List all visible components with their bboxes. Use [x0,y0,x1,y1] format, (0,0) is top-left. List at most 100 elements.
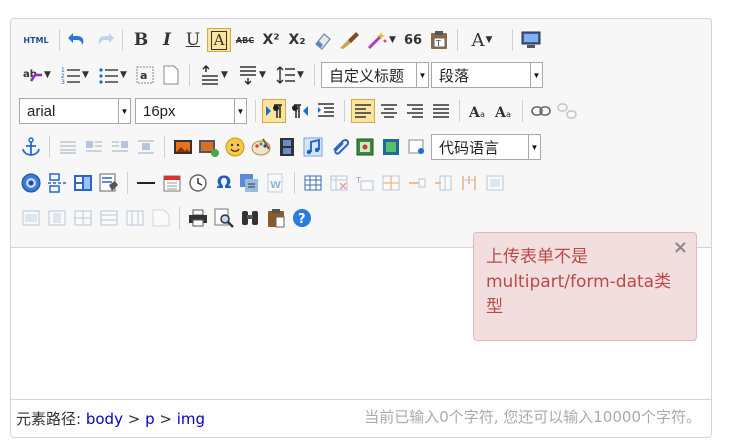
paragraph-select[interactable]: 段落 ▼ [431,62,543,88]
dropdown-arrow-icon: ▼ [44,70,51,80]
delete-table-button[interactable] [327,171,351,195]
subscript-button[interactable]: X₂ [285,28,309,52]
preview-button[interactable] [212,206,236,230]
code-language-select[interactable]: 代码语言 ▼ [431,134,541,160]
insert-date-button[interactable] [160,171,184,195]
insert-col-button[interactable] [431,171,455,195]
split-to-rows-button[interactable] [97,206,121,230]
align-center-button[interactable] [377,99,401,123]
print-button[interactable] [186,206,210,230]
paste-plain-button[interactable]: T [427,28,451,52]
link-button[interactable] [529,99,553,123]
insert-image-button[interactable] [171,135,195,159]
merge-down-icon [48,210,66,226]
auto-format-button[interactable]: ▼ [363,28,399,52]
undo-button[interactable] [66,28,90,52]
element-path-p[interactable]: p [145,410,155,428]
preview-icon [214,208,234,228]
fontborder-label: A [210,30,228,50]
underline-button[interactable]: U [181,28,205,52]
multi-image-button[interactable] [197,135,221,159]
error-toast: × 上传表单不是multipart/form-data类型 [473,232,697,341]
image-left-button[interactable] [82,135,106,159]
align-justify-button[interactable] [429,99,453,123]
row-spacing-bottom-button[interactable]: ▼ [234,63,270,87]
music-button[interactable] [301,135,325,159]
fullscreen-button[interactable] [519,28,543,52]
element-path-body[interactable]: body [86,410,123,428]
horizontal-rule-button[interactable] [134,171,158,195]
image-none-button[interactable] [56,135,80,159]
insert-time-button[interactable] [186,171,210,195]
attachment-button[interactable] [327,135,351,159]
blockquote-label: 66 [403,32,423,48]
font-family-select[interactable]: arial ▼ [19,98,131,124]
align-right-button[interactable] [403,99,427,123]
image-right-button[interactable] [108,135,132,159]
dropdown-arrow-icon: ▼ [297,70,304,80]
fontborder-button[interactable]: A [207,28,231,52]
align-left-button[interactable] [351,99,375,123]
line-height-button[interactable]: ▼ [272,63,308,87]
custom-title-select[interactable]: 自定义标题 ▼ [321,62,429,88]
insert-video-button[interactable] [275,135,299,159]
format-painter-button[interactable] [337,28,361,52]
blockquote-button[interactable]: 66 [401,28,425,52]
row-spacing-top-button[interactable]: ▼ [196,63,232,87]
drafts-button[interactable] [264,206,288,230]
eraser-button[interactable] [311,28,335,52]
separator [122,29,123,51]
pagebreak-button[interactable] [45,171,69,195]
special-chars-button[interactable]: Ω [212,171,236,195]
bold-button[interactable]: B [129,28,153,52]
emotion-button[interactable] [223,135,247,159]
unordered-list-button[interactable]: ▼ [95,63,131,87]
forecolor-button[interactable]: A ▼ [464,28,500,52]
word-import-button[interactable]: W [264,171,288,195]
clear-doc-button[interactable] [159,63,183,87]
strikethrough-button[interactable]: ABC [233,28,257,52]
map-button[interactable] [353,135,377,159]
merge-cells-button[interactable] [483,171,507,195]
webapp-button[interactable] [19,171,43,195]
delete-col-button[interactable] [457,171,481,195]
split-to-cells-button[interactable] [71,206,95,230]
ltr-direction-button[interactable] [262,99,286,123]
spellcheck-button[interactable]: ab ▼ [19,63,55,87]
scrawl-button[interactable] [249,135,273,159]
merge-right-button[interactable] [19,206,43,230]
indent-button[interactable] [314,99,338,123]
unlink-button[interactable] [555,99,579,123]
help-button[interactable]: ? [290,206,314,230]
close-icon[interactable]: × [673,235,688,260]
wordimage-button[interactable] [238,171,262,195]
tolowercase-button[interactable]: Aa [492,99,516,123]
merge-down-button[interactable] [45,206,69,230]
background-button[interactable] [97,171,121,195]
split-to-cols-button[interactable] [123,206,147,230]
image-center-button[interactable] [134,135,158,159]
insert-row-button[interactable] [379,171,403,195]
font-size-select[interactable]: 16px ▼ [135,98,247,124]
insert-paragraph-before-table-button[interactable]: T [353,171,377,195]
superscript-button[interactable]: X² [259,28,283,52]
rtl-direction-button[interactable] [288,99,312,123]
template-button[interactable] [71,171,95,195]
gmap-button[interactable] [379,135,403,159]
underline-label: U [185,30,201,50]
select-all-button[interactable]: a [133,63,157,87]
html-source-button[interactable]: HTML [19,28,53,52]
forecolor-label: A [471,29,485,51]
element-path-img[interactable]: img [177,410,205,428]
italic-button[interactable]: I [155,28,179,52]
touppercase-button[interactable]: Aa [466,99,490,123]
delete-row-button[interactable] [405,171,429,195]
search-replace-button[interactable] [238,206,262,230]
chart-button[interactable] [149,206,173,230]
ordered-list-button[interactable]: 1 2 3 ▼ [57,63,93,87]
separator [344,100,345,122]
anchor-button[interactable] [19,135,43,159]
insert-frame-button[interactable] [405,135,429,159]
redo-button[interactable] [92,28,116,52]
insert-table-button[interactable] [301,171,325,195]
